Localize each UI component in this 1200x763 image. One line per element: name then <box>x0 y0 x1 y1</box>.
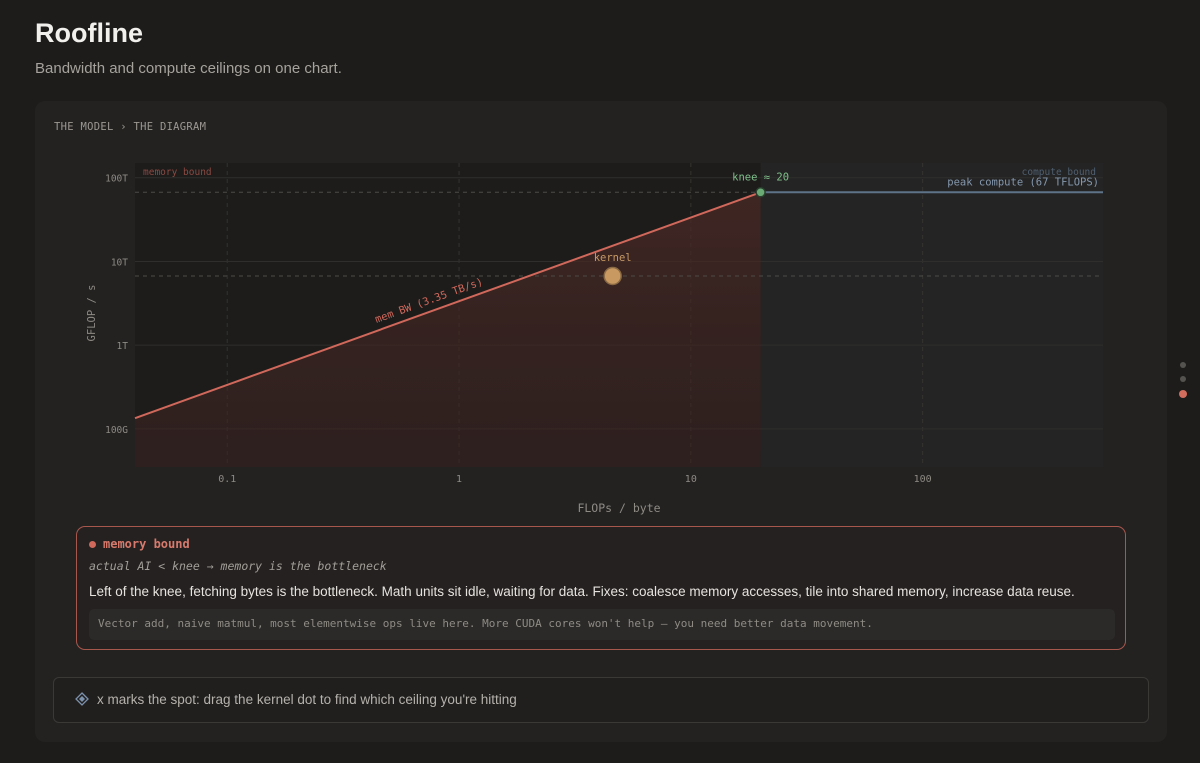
roofline-chart: 0.1 1 10 100100G1T10T100Tmem BW (3.35 TB/s)… <box>86 163 1103 515</box>
diagram-card: THE MODEL › THE DIAGRAM 0.1 1 10 100 100G 1T 1… <box>35 101 1167 742</box>
y-tick-label: 1T <box>117 341 129 352</box>
compute-bound-region <box>760 163 1103 467</box>
diamond-icon <box>75 692 89 706</box>
knee-label: knee ≈ 20 <box>732 171 789 183</box>
regime-condition: actual AI < knee → memory is the bottlen… <box>89 559 387 573</box>
y-tick-label: 100T <box>105 174 128 185</box>
regime-panel: memory bound actual AI < knee → memory i… <box>76 526 1126 650</box>
regime-description: Left of the knee, fetching bytes is the … <box>89 584 1075 599</box>
kernel-dot[interactable] <box>603 266 622 286</box>
x-tick-label: 1 <box>456 474 462 485</box>
regime-title: memory bound <box>103 537 190 551</box>
knee-point <box>755 187 766 198</box>
kernel-label: kernel <box>594 252 632 264</box>
page-subtitle: Bandwidth and compute ceilings on one ch… <box>35 60 342 77</box>
regime-examples: Vector add, naive matmul, most elementwi… <box>89 609 1115 640</box>
y-tick-label: 100G <box>105 425 128 436</box>
section-nav-dot-2[interactable] <box>1180 376 1186 382</box>
x-tick-label: 10 <box>685 474 697 485</box>
y-axis-label: GFLOP / s <box>86 285 98 342</box>
y-tick-label: 10T <box>111 257 128 268</box>
x-tick-label: 0.1 <box>218 474 236 485</box>
page-title: Roofline <box>35 18 143 48</box>
peak-compute-label: peak compute (67 TFLOPS) <box>947 176 1099 188</box>
hint-bar: x marks the spot: drag the kernel dot to… <box>53 677 1149 723</box>
x-axis-label: FLOPs / byte <box>577 501 660 515</box>
hint-text: x marks the spot: drag the kernel dot to… <box>97 692 517 707</box>
section-nav-dot-1[interactable] <box>1180 362 1186 368</box>
compute-bound-region-label: compute bound <box>1022 167 1096 178</box>
regime-status-dot <box>89 541 96 548</box>
memory-bound-region-label: memory bound <box>143 167 212 178</box>
x-tick-label: 100 <box>914 474 932 485</box>
section-nav <box>1178 362 1188 402</box>
section-nav-dot-3[interactable] <box>1179 390 1187 398</box>
